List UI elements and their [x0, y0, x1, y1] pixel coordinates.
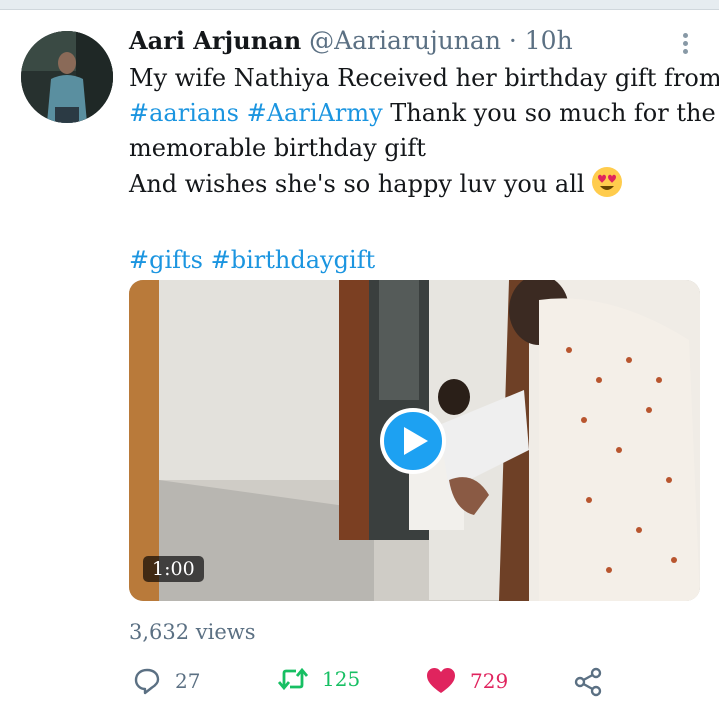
view-count: 3,632 views	[129, 620, 256, 644]
timeline-divider	[0, 0, 719, 10]
play-icon	[404, 427, 428, 455]
tweet-line-3: memorable birthday gift	[129, 134, 426, 162]
retweet-button[interactable]: 125	[278, 667, 360, 691]
avatar-photo	[21, 31, 113, 123]
heart-eyes-emoji-icon	[591, 166, 623, 208]
author-name[interactable]: Aari Arjunan	[129, 26, 301, 55]
video-duration-badge: 1:00	[143, 556, 204, 582]
reply-icon	[134, 668, 160, 695]
avatar[interactable]	[21, 31, 113, 123]
hashtag-link[interactable]: #AariArmy	[247, 99, 383, 127]
tweet-line-2-text: Thank you so much for the	[382, 99, 716, 127]
tweet-line-4: And wishes she's so happy luv you all	[129, 166, 709, 208]
retweet-count: 125	[322, 667, 361, 691]
tweet-header: Aari Arjunan @Aariarujunan · 10h	[129, 26, 573, 55]
tweet-line-1: My wife Nathiya Received her birthday gi…	[129, 64, 719, 92]
retweet-icon	[278, 667, 308, 691]
like-button[interactable]: 729	[426, 667, 508, 694]
play-button[interactable]	[380, 408, 446, 474]
hashtag-link[interactable]: #birthdaygift	[211, 246, 376, 274]
timestamp[interactable]: 10h	[525, 26, 573, 55]
separator-dot: ·	[508, 26, 517, 55]
tweet-hashtags: #gifts #birthdaygift	[129, 243, 709, 278]
more-options-icon[interactable]	[675, 33, 695, 57]
like-count: 729	[470, 668, 509, 693]
author-handle[interactable]: @Aariarujunan	[309, 26, 501, 55]
tweet-line-2: #aarians #AariArmy Thank you so much for…	[129, 96, 716, 131]
share-icon	[574, 667, 602, 697]
share-button[interactable]	[573, 667, 603, 697]
reply-button[interactable]: 27	[133, 667, 200, 695]
hashtag-link[interactable]: #gifts	[129, 246, 203, 274]
tweet-line-4-text: And wishes she's so happy luv you all	[129, 170, 585, 198]
hashtag-link[interactable]: #aarians	[129, 99, 239, 127]
tweet-text: My wife Nathiya Received her birthday gi…	[129, 61, 719, 278]
reply-count: 27	[175, 669, 201, 693]
heart-icon	[427, 668, 455, 693]
